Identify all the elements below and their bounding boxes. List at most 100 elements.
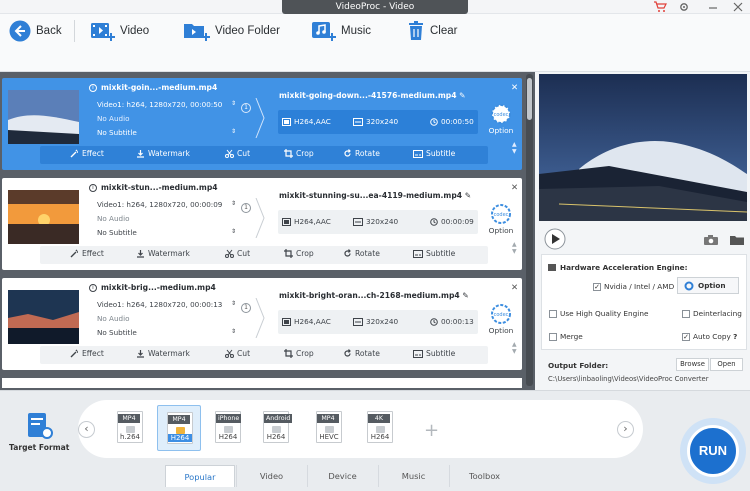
pencil-icon[interactable]: ✎ xyxy=(459,91,465,100)
cart-icon[interactable] xyxy=(653,1,667,13)
crop-icon xyxy=(284,149,293,158)
clock-icon xyxy=(430,117,438,126)
format-item[interactable]: 4K H264 xyxy=(358,405,402,451)
reorder-stepper[interactable]: ▲ ▼ xyxy=(512,341,517,355)
subtitle-dropdown-icon[interactable]: ⇕ xyxy=(231,128,236,135)
format-file-icon: 4K H264 xyxy=(367,411,393,443)
back-button[interactable]: Back xyxy=(8,18,62,44)
video-card[interactable]: i mixkit-goin...-medium.mp4 Video1: h264… xyxy=(2,78,522,170)
tab-video[interactable]: Video xyxy=(236,465,306,487)
play-button[interactable] xyxy=(544,228,566,250)
stream-dropdown-icon[interactable]: ⇕ xyxy=(231,100,236,107)
video-stream-info[interactable]: Video1: h264, 1280x720, 00:00:50 xyxy=(97,100,222,109)
open-button[interactable]: Open xyxy=(710,358,743,371)
cut-button[interactable]: Cut xyxy=(225,149,250,158)
subtitle-dropdown-icon[interactable]: ⇕ xyxy=(231,328,236,335)
effect-button[interactable]: Effect xyxy=(70,349,104,358)
rotate-button[interactable]: Rotate xyxy=(343,149,380,158)
remove-card-icon[interactable]: ✕ xyxy=(511,183,518,193)
cut-button[interactable]: Cut xyxy=(225,249,250,258)
hw-option-button[interactable]: Option xyxy=(677,277,739,294)
effect-button[interactable]: Effect xyxy=(70,149,104,158)
browse-button[interactable]: Browse xyxy=(676,358,709,371)
stream-count-badge: 1 xyxy=(241,303,251,313)
pencil-icon[interactable]: ✎ xyxy=(462,291,468,300)
tab-toolbox[interactable]: Toolbox xyxy=(449,465,519,487)
format-file-icon: iPhone H264 xyxy=(215,411,242,443)
format-codec: H264 xyxy=(218,433,238,441)
subtitle-info[interactable]: No Subtitle xyxy=(97,128,137,137)
format-prev-button[interactable]: ‹ xyxy=(78,421,95,438)
codec-option-button[interactable]: codec Option xyxy=(486,303,516,335)
effect-button[interactable]: Effect xyxy=(70,249,104,258)
subtitle-button[interactable]: Subtitle xyxy=(413,149,455,158)
subtitle-button[interactable]: Subtitle xyxy=(413,349,455,358)
format-item[interactable]: MP4 HEVC xyxy=(307,405,351,451)
tab-device[interactable]: Device xyxy=(307,465,377,487)
video-card[interactable]: i mixkit-brig...-medium.mp4 Video1: h264… xyxy=(2,278,522,370)
stream-dropdown-icon[interactable]: ⇕ xyxy=(231,200,236,207)
format-file-icon: MP4 HEVC xyxy=(316,411,342,443)
close-icon[interactable] xyxy=(731,1,745,13)
merge-checkbox[interactable]: Merge xyxy=(549,332,583,341)
output-duration: 00:00:13 xyxy=(430,317,474,326)
clear-button[interactable]: Clear xyxy=(406,18,457,44)
run-button[interactable]: RUN xyxy=(687,425,739,477)
deinterlacing-checkbox[interactable]: Deinterlacing xyxy=(682,309,742,318)
add-format-button[interactable]: + xyxy=(424,420,439,441)
format-item[interactable]: MP4 h.264 xyxy=(108,405,152,451)
cut-icon xyxy=(225,249,234,258)
subtitle-info[interactable]: No Subtitle xyxy=(97,228,137,237)
help-icon[interactable]: ? xyxy=(733,332,737,341)
folder-icon[interactable] xyxy=(729,234,745,246)
watermark-button[interactable]: Watermark xyxy=(136,249,190,258)
format-item[interactable]: iPhone H264 xyxy=(206,405,250,451)
output-filename: mixkit-bright-oran...ch-2168-medium.mp4 … xyxy=(279,291,469,300)
video-stream-info[interactable]: Video1: h264, 1280x720, 00:00:09 xyxy=(97,200,222,209)
add-video-button[interactable]: Video xyxy=(90,18,149,44)
subtitle-button[interactable]: Subtitle xyxy=(413,249,455,258)
subtitle-info[interactable]: No Subtitle xyxy=(97,328,137,337)
format-glyph-icon xyxy=(176,427,185,434)
watermark-button[interactable]: Watermark xyxy=(136,149,190,158)
format-item[interactable]: Android H264 xyxy=(254,405,298,451)
stream-dropdown-icon[interactable]: ⇕ xyxy=(231,300,236,307)
high-quality-checkbox[interactable]: Use High Quality Engine xyxy=(549,309,648,318)
video-card[interactable]: i mixkit-stun...-medium.mp4 Video1: h264… xyxy=(2,178,522,270)
remove-card-icon[interactable]: ✕ xyxy=(511,283,518,293)
scrollbar-thumb[interactable] xyxy=(527,78,532,120)
tab-music[interactable]: Music xyxy=(378,465,448,487)
cut-button[interactable]: Cut xyxy=(225,349,250,358)
nvidia-checkbox[interactable]: ✓ Nvidia / Intel / AMD xyxy=(593,282,674,291)
info-icon[interactable]: i xyxy=(89,183,97,192)
watermark-button[interactable]: Watermark xyxy=(136,349,190,358)
video-stream-info[interactable]: Video1: h264, 1280x720, 00:00:13 xyxy=(97,300,222,309)
minimize-icon[interactable] xyxy=(706,1,720,13)
crop-button[interactable]: Crop xyxy=(284,249,314,258)
format-item[interactable]: MP4 H264 xyxy=(157,405,201,451)
crop-button[interactable]: Crop xyxy=(284,149,314,158)
codec-option-button[interactable]: codec Option xyxy=(486,203,516,235)
output-codec: H264,AAC xyxy=(282,317,331,326)
rotate-button[interactable]: Rotate xyxy=(343,249,380,258)
add-music-button[interactable]: Music xyxy=(311,18,371,44)
remove-card-icon[interactable]: ✕ xyxy=(511,83,518,93)
reorder-stepper[interactable]: ▲ ▼ xyxy=(512,141,517,155)
gear-icon[interactable] xyxy=(677,1,691,13)
codec-option-button[interactable]: codec Option xyxy=(486,103,516,135)
tab-popular[interactable]: Popular xyxy=(165,465,235,487)
crop-button[interactable]: Crop xyxy=(284,349,314,358)
subtitle-dropdown-icon[interactable]: ⇕ xyxy=(231,228,236,235)
info-icon[interactable]: i xyxy=(89,83,97,92)
format-next-button[interactable]: › xyxy=(617,421,634,438)
list-scrollbar[interactable] xyxy=(526,74,533,386)
pencil-icon[interactable]: ✎ xyxy=(465,191,471,200)
auto-copy-checkbox[interactable]: ✓ Auto Copy ? xyxy=(682,332,737,341)
reorder-stepper[interactable]: ▲ ▼ xyxy=(512,241,517,255)
camera-icon[interactable] xyxy=(703,234,719,246)
add-video-folder-button[interactable]: Video Folder xyxy=(183,18,280,44)
output-folder-label: Output Folder: xyxy=(548,361,609,370)
crop-icon xyxy=(284,249,293,258)
rotate-button[interactable]: Rotate xyxy=(343,349,380,358)
info-icon[interactable]: i xyxy=(89,283,97,292)
